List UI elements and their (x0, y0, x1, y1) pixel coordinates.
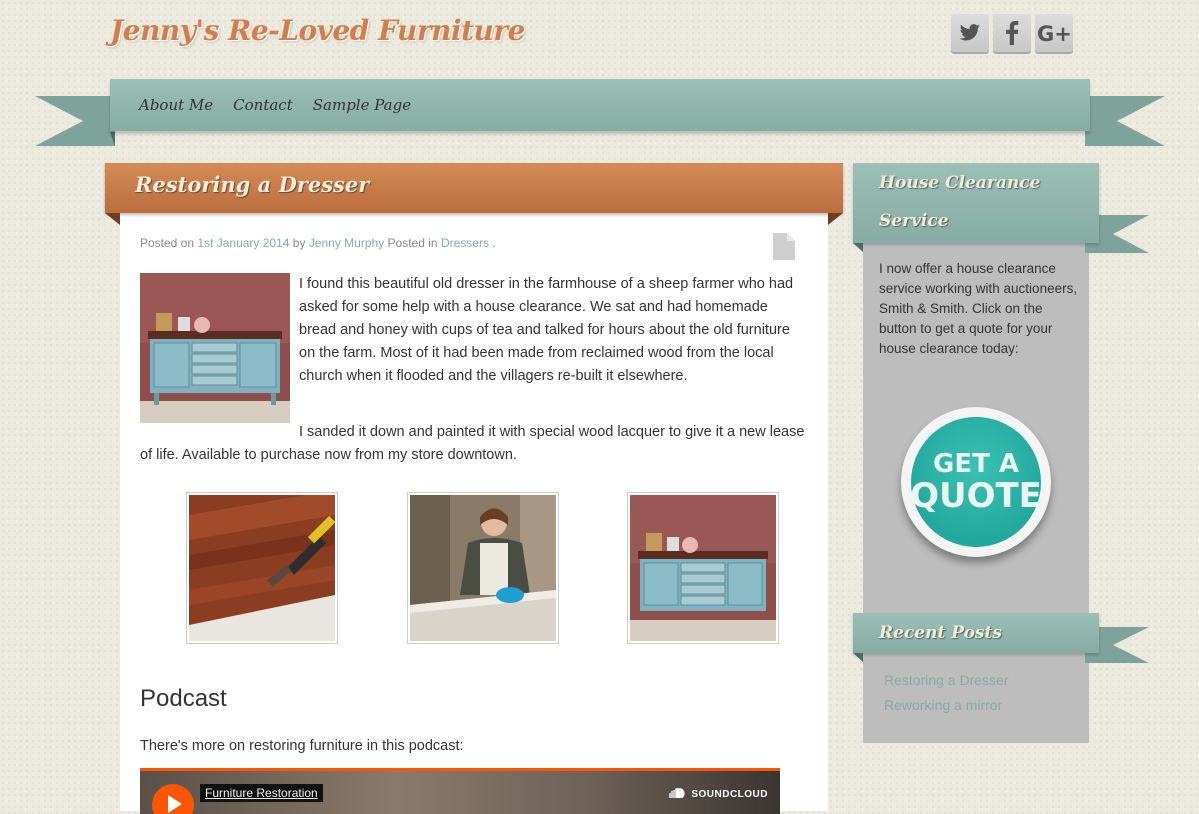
post-title-banner: Restoring a Dresser (105, 163, 843, 213)
post-author-link[interactable]: Jenny Murphy (309, 236, 384, 250)
gallery-image-woman-sanding[interactable] (407, 492, 559, 644)
post-paragraph-2: I sanded it down and painted it with spe… (140, 424, 805, 463)
soundcloud-brand-text: SOUNDCLOUD (691, 789, 768, 800)
podcast-heading: Podcast (140, 685, 227, 712)
play-button[interactable] (152, 784, 194, 814)
banner-fold-right (828, 213, 843, 225)
by-label: by (292, 236, 306, 250)
main-nav: About Me Contact Sample Page (110, 79, 1090, 131)
get-a-quote-button[interactable]: GET A QUOTE (901, 407, 1051, 557)
nav-item-contact[interactable]: Contact (233, 96, 293, 114)
soundcloud-logo[interactable]: SOUNDCLOUD (666, 788, 768, 800)
meta-trailing: . (488, 236, 496, 250)
post-title[interactable]: Restoring a Dresser (135, 172, 369, 197)
social-links: G+ (951, 14, 1073, 52)
posted-in-label: Posted in (387, 236, 438, 250)
gallery-image-wood-staining[interactable] (186, 492, 338, 644)
recent-posts-title: Recent Posts (879, 623, 1002, 643)
posted-on-label: Posted on (140, 236, 195, 250)
nav-item-sample-page[interactable]: Sample Page (313, 96, 411, 114)
post-category-link[interactable]: Dressers (441, 236, 489, 250)
recent-post-link-1[interactable]: Restoring a Dresser (884, 672, 1009, 688)
recent-banner-fold (853, 653, 863, 662)
nav-ribbon-left-tail (35, 96, 115, 146)
nav-ribbon-right-tail (1085, 96, 1165, 146)
track-title-link[interactable]: Furniture Restoration (200, 784, 323, 802)
svg-text:G+: G+ (1037, 22, 1071, 44)
banner-fold-left (105, 213, 120, 225)
facebook-icon[interactable] (993, 14, 1031, 52)
gallery-image-dresser[interactable] (627, 492, 779, 644)
clearance-banner-fold (853, 243, 863, 252)
soundcloud-player: Furniture Restoration SOUNDCLOUD (140, 768, 780, 814)
soundcloud-cloud-icon (669, 788, 685, 799)
twitter-icon[interactable] (951, 14, 989, 52)
document-icon (773, 233, 795, 260)
podcast-intro: There's more on restoring furniture in t… (140, 738, 464, 754)
clearance-title-line2: Service (879, 211, 949, 231)
recent-posts-banner: Recent Posts (853, 613, 1099, 653)
quote-button-line1: GET A (932, 449, 1019, 479)
nav-item-about-me[interactable]: About Me (139, 96, 213, 114)
post-meta: Posted on 1st January 2014 by Jenny Murp… (140, 236, 496, 250)
quote-button-line2: QUOTE (910, 476, 1042, 516)
clearance-widget-banner: House Clearance Service (853, 163, 1099, 243)
post-paragraph-1: I found this beautiful old dresser in th… (299, 276, 794, 384)
clearance-title-line1: House Clearance (879, 173, 1041, 193)
clearance-text: I now offer a house clearance service wo… (879, 261, 1078, 356)
site-title[interactable]: Jenny's Re-Loved Furniture (110, 14, 525, 47)
dresser-thumbnail[interactable] (140, 273, 290, 423)
google-plus-icon[interactable]: G+ (1035, 14, 1073, 52)
post-date-link[interactable]: 1st January 2014 (197, 236, 289, 250)
recent-post-link-2[interactable]: Reworking a mirror (884, 697, 1002, 713)
